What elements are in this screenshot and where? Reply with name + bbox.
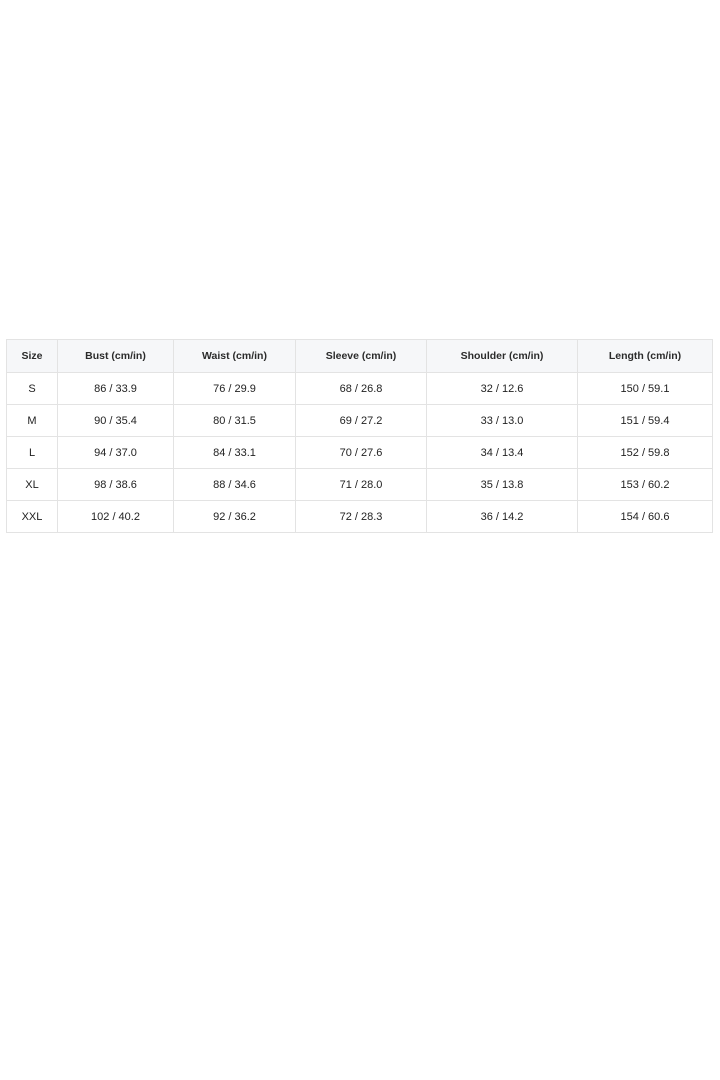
table-row: XXL 102 / 40.2 92 / 36.2 72 / 28.3 36 / … [6, 500, 713, 533]
cell-bust: 90 / 35.4 [57, 404, 174, 437]
cell-sleeve: 70 / 27.6 [295, 436, 427, 469]
cell-bust: 98 / 38.6 [57, 468, 174, 501]
header-cell-sleeve: Sleeve (cm/in) [295, 339, 427, 373]
cell-shoulder: 35 / 13.8 [426, 468, 578, 501]
cell-size: M [6, 404, 58, 437]
cell-length: 151 / 59.4 [577, 404, 713, 437]
cell-shoulder: 36 / 14.2 [426, 500, 578, 533]
cell-sleeve: 68 / 26.8 [295, 372, 427, 405]
cell-waist: 84 / 33.1 [173, 436, 296, 469]
table-row: L 94 / 37.0 84 / 33.1 70 / 27.6 34 / 13.… [6, 436, 713, 469]
cell-waist: 88 / 34.6 [173, 468, 296, 501]
cell-length: 150 / 59.1 [577, 372, 713, 405]
table-row: S 86 / 33.9 76 / 29.9 68 / 26.8 32 / 12.… [6, 372, 713, 405]
cell-waist: 92 / 36.2 [173, 500, 296, 533]
cell-size: S [6, 372, 58, 405]
table-row: XL 98 / 38.6 88 / 34.6 71 / 28.0 35 / 13… [6, 468, 713, 501]
header-row: Size Bust (cm/in) Waist (cm/in) Sleeve (… [6, 339, 713, 373]
header-cell-length: Length (cm/in) [577, 339, 713, 373]
cell-waist: 76 / 29.9 [173, 372, 296, 405]
cell-waist: 80 / 31.5 [173, 404, 296, 437]
cell-sleeve: 71 / 28.0 [295, 468, 427, 501]
cell-size: XXL [6, 500, 58, 533]
size-chart-body: S 86 / 33.9 76 / 29.9 68 / 26.8 32 / 12.… [6, 372, 713, 533]
header-cell-waist: Waist (cm/in) [173, 339, 296, 373]
cell-length: 152 / 59.8 [577, 436, 713, 469]
cell-shoulder: 32 / 12.6 [426, 372, 578, 405]
cell-sleeve: 72 / 28.3 [295, 500, 427, 533]
cell-shoulder: 33 / 13.0 [426, 404, 578, 437]
size-chart-table: Size Bust (cm/in) Waist (cm/in) Sleeve (… [6, 339, 713, 533]
cell-size: L [6, 436, 58, 469]
cell-sleeve: 69 / 27.2 [295, 404, 427, 437]
cell-length: 153 / 60.2 [577, 468, 713, 501]
cell-length: 154 / 60.6 [577, 500, 713, 533]
cell-shoulder: 34 / 13.4 [426, 436, 578, 469]
cell-bust: 94 / 37.0 [57, 436, 174, 469]
cell-bust: 102 / 40.2 [57, 500, 174, 533]
size-chart-header: Size Bust (cm/in) Waist (cm/in) Sleeve (… [6, 339, 713, 373]
table-row: M 90 / 35.4 80 / 31.5 69 / 27.2 33 / 13.… [6, 404, 713, 437]
cell-bust: 86 / 33.9 [57, 372, 174, 405]
header-cell-shoulder: Shoulder (cm/in) [426, 339, 578, 373]
header-cell-bust: Bust (cm/in) [57, 339, 174, 373]
header-cell-size: Size [6, 339, 58, 373]
cell-size: XL [6, 468, 58, 501]
